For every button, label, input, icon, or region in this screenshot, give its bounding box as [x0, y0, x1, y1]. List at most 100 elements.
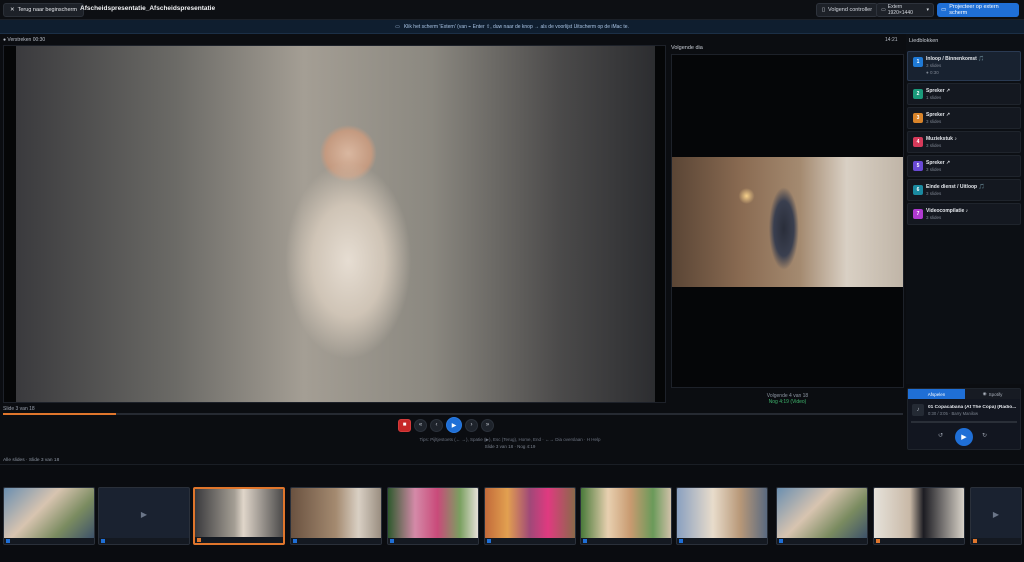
- thumbnail-footer: [99, 538, 189, 544]
- type-badge-icon: [6, 539, 10, 543]
- thumbnail-image: [677, 488, 767, 540]
- song-block-4[interactable]: 4 Muziekstuk ♪ 3 slides: [907, 131, 1021, 153]
- track-subtitle: 0:30 / 3:05 · Barry Manilow: [928, 411, 979, 416]
- thumbnail-image: [581, 488, 671, 540]
- type-badge-icon: [779, 539, 783, 543]
- thumbnail-image: [388, 488, 478, 540]
- song-block-number: 3: [913, 113, 923, 123]
- close-icon: ✕: [10, 7, 15, 13]
- song-block-5[interactable]: 5 Spreker ↗ 3 slides: [907, 155, 1021, 177]
- thumbnail-footer: [677, 538, 767, 544]
- back-button-label: Terug naar beginscherm: [17, 7, 77, 13]
- slide-thumbnail-5[interactable]: [387, 487, 479, 545]
- type-badge-icon: [876, 539, 880, 543]
- slide-counter: Slide 3 van 18: [3, 406, 35, 412]
- song-block-title: Muziekstuk ♪: [926, 136, 957, 142]
- thumbnail-footer: [291, 538, 381, 544]
- song-block-count: 3 slides: [926, 167, 942, 172]
- next-slide-view: [671, 54, 904, 388]
- video-play-icon: ▶: [992, 509, 1000, 519]
- thumbnail-footer: [777, 538, 867, 544]
- slide-thumbnail-4[interactable]: [290, 487, 382, 545]
- thumbnail-image: [195, 489, 283, 541]
- slide-thumbnail-7[interactable]: [580, 487, 672, 545]
- playback-controls: ■ « ‹ ▶ › »: [398, 417, 494, 433]
- type-badge-icon: [101, 539, 105, 543]
- phone-icon: ▯: [822, 7, 826, 13]
- project-title: Afscheidspresentatie_Afscheidspresentati…: [80, 5, 216, 12]
- thumbnail-image: [4, 488, 94, 540]
- next-slide-button[interactable]: ›: [465, 418, 478, 432]
- slide-thumbnail-1[interactable]: [3, 487, 95, 545]
- thumbnail-image: [777, 488, 867, 540]
- current-slide-photo: [16, 46, 655, 402]
- thumbnail-footer: [485, 538, 575, 544]
- song-block-count: 3 slides: [926, 143, 942, 148]
- thumbnail-footer: [874, 538, 964, 544]
- replay-icon[interactable]: ↺: [938, 432, 943, 439]
- last-slide-button[interactable]: »: [481, 418, 494, 432]
- forward-icon[interactable]: ↻: [982, 432, 987, 439]
- thumbnail-image: [485, 488, 575, 540]
- project-external-button[interactable]: ▭ Projecteer op extern scherm: [937, 3, 1019, 17]
- type-badge-icon: [390, 539, 394, 543]
- thumbnail-footer: [4, 538, 94, 544]
- next-slide-remaining: Nog 4:19 (Video): [768, 399, 807, 405]
- song-block-number: 5: [913, 161, 923, 171]
- song-block-count: 1 slides: [926, 95, 942, 100]
- slide-thumbnail-6[interactable]: [484, 487, 576, 545]
- slide-thumbnail-10[interactable]: [873, 487, 965, 545]
- current-slide-view: [3, 45, 666, 403]
- back-to-home-button[interactable]: ✕ Terug naar beginscherm: [3, 3, 84, 17]
- song-block-6[interactable]: 6 Einde dienst / Uitloop 🎵 3 slides: [907, 179, 1021, 201]
- track-progress-bar[interactable]: [911, 421, 1017, 423]
- thumbnail-image: [874, 488, 964, 540]
- elapsed-label: ● Verstreken 00:30: [3, 37, 46, 43]
- slide-thumbnail-11[interactable]: ▶: [970, 487, 1022, 545]
- song-block-number: 2: [913, 89, 923, 99]
- spotify-icon: ◉: [982, 391, 987, 396]
- player-play-button[interactable]: ▶: [955, 428, 973, 446]
- next-slide-label: Volgende dia: [671, 45, 703, 51]
- progress-fill: [3, 413, 116, 415]
- next-slide-photo: [672, 157, 903, 287]
- type-badge-icon: [973, 539, 977, 543]
- slide-thumbnail-8[interactable]: [676, 487, 768, 545]
- music-note-icon: ♪: [912, 404, 924, 416]
- song-block-count: 3 slides: [926, 119, 942, 124]
- song-block-time: ● 0:30: [926, 70, 939, 75]
- info-banner: ▭ Klik het scherm 'Extern' (van ⌁ Enter …: [0, 20, 1024, 34]
- thumbnail-footer: [581, 538, 671, 544]
- stop-button[interactable]: ■: [398, 418, 411, 432]
- clock-time: 14:21: [885, 37, 898, 43]
- progress-bar[interactable]: [3, 413, 903, 415]
- tab-playing[interactable]: Afspelen: [908, 389, 965, 399]
- type-badge-icon: [487, 539, 491, 543]
- song-block-number: 7: [913, 209, 923, 219]
- sidebar-title: Liedblokken: [909, 38, 939, 44]
- filmstrip-label: Alle slides · Slide 3 van 18: [3, 458, 60, 463]
- type-badge-icon: [583, 539, 587, 543]
- song-block-1[interactable]: 1 Inloop / Binnenkomst 🎵 3 slides ● 0:30: [907, 51, 1021, 81]
- type-badge-icon: [293, 539, 297, 543]
- song-block-7[interactable]: 7 Videocompilatie ♪ 3 slides: [907, 203, 1021, 225]
- song-block-title: Spreker ↗: [926, 88, 951, 94]
- thumbnail-image: [291, 488, 381, 540]
- slide-thumbnail-3[interactable]: [193, 487, 285, 545]
- screen-select[interactable]: ▭ Extern 1920×1440 ▾: [876, 3, 934, 17]
- first-slide-button[interactable]: «: [414, 418, 427, 432]
- song-block-2[interactable]: 2 Spreker ↗ 1 slides: [907, 83, 1021, 105]
- tab-spotify[interactable]: ◉ Spotify: [965, 389, 1020, 399]
- video-play-icon: ▶: [140, 509, 148, 519]
- controller-button[interactable]: ▯ Volgend controller: [816, 3, 879, 17]
- song-block-title: Videocompilatie ♪: [926, 208, 969, 214]
- prev-slide-button[interactable]: ‹: [430, 418, 443, 432]
- slide-thumbnail-9[interactable]: [776, 487, 868, 545]
- type-badge-icon: [197, 538, 201, 542]
- song-block-3[interactable]: 3 Spreker ↗ 3 slides: [907, 107, 1021, 129]
- slide-thumbnail-2[interactable]: ▶: [98, 487, 190, 545]
- song-block-count: 3 slides: [926, 63, 942, 68]
- monitor-icon: ▭: [881, 7, 886, 13]
- song-block-title: Spreker ↗: [926, 160, 951, 166]
- play-button[interactable]: ▶: [446, 417, 462, 433]
